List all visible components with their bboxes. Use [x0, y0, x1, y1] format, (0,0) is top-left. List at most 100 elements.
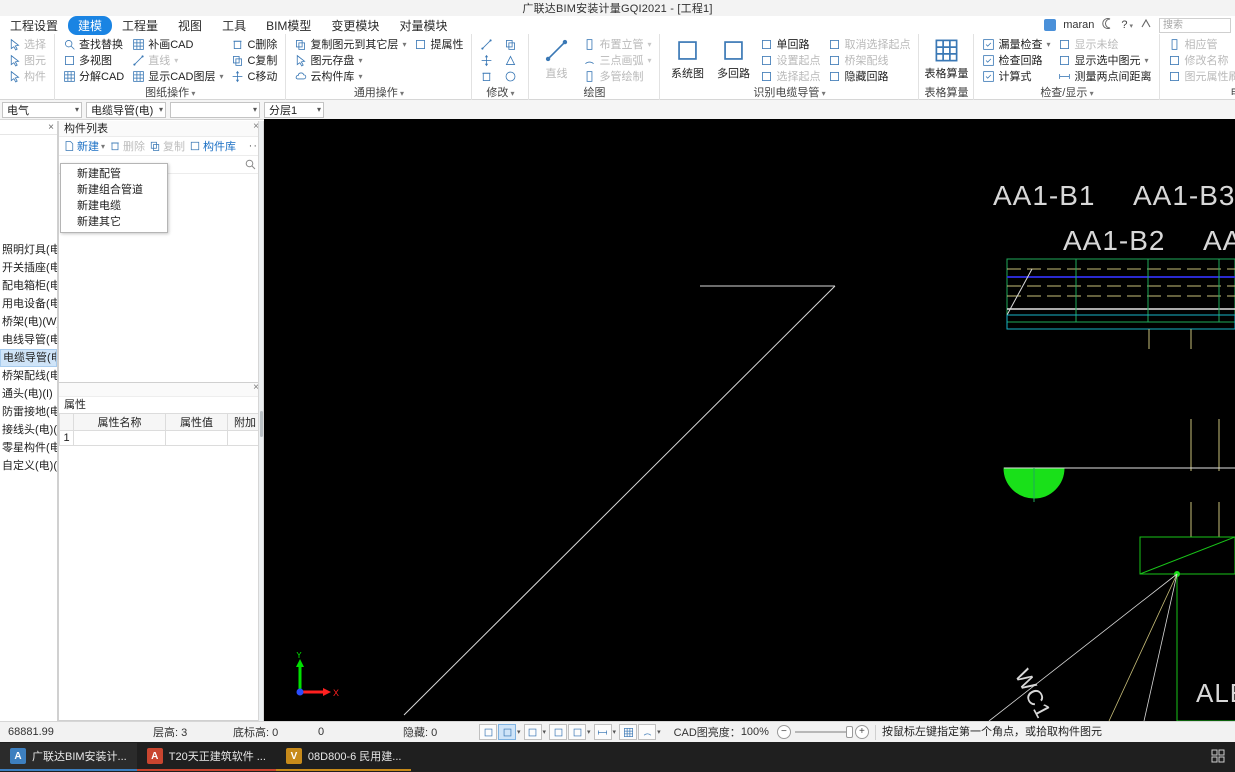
combo-discipline[interactable]: 电气 ▾ — [2, 101, 82, 118]
component-toolbar-new-icon[interactable]: 新建 ▾ — [63, 138, 105, 154]
property-cell-value[interactable] — [165, 430, 228, 446]
moon-icon[interactable] — [1101, 17, 1114, 33]
plus-circle-icon[interactable]: + — [854, 725, 869, 739]
ribbon-item-delete-icon[interactable]: C删除 — [228, 36, 280, 52]
tree-item-3[interactable]: 用电设备(电)(S) — [0, 295, 57, 313]
tree-item-5[interactable]: 电线导管(电)(X) — [0, 331, 57, 349]
ribbon-tab-2[interactable]: 工程量 — [112, 16, 168, 35]
chevron-down-icon[interactable]: ▾ — [189, 89, 195, 98]
chevron-down-icon[interactable]: ▾ — [358, 72, 362, 81]
chevron-down-icon[interactable]: ▾ — [313, 105, 321, 114]
chevron-down-icon[interactable]: ▾ — [613, 728, 617, 736]
chevron-down-icon[interactable]: ▾ — [657, 728, 661, 736]
combo-component-name[interactable]: ▾ — [170, 101, 260, 118]
tree-item-8[interactable]: 通头(电)(I) — [0, 385, 57, 403]
chevron-down-icon[interactable]: ▾ — [587, 728, 591, 736]
slider-knob[interactable] — [845, 726, 853, 738]
chevron-down-icon[interactable]: ▾ — [71, 105, 79, 114]
toolbar-overflow-button[interactable]: ·· — [249, 140, 258, 152]
search-input[interactable]: 搜索 — [1159, 17, 1231, 33]
ribbon-item-extract-property-icon[interactable]: 提属性 — [411, 36, 466, 52]
ribbon-item-draw-cad-icon[interactable]: 补画CAD — [129, 36, 226, 52]
ribbon-item-formula-icon[interactable]: 计算式 — [979, 68, 1053, 84]
tree-item-1[interactable]: 开关插座(电)(K) — [0, 259, 57, 277]
chevron-down-icon[interactable]: ▾ — [249, 105, 257, 114]
ribbon-item-move-arrows-icon[interactable] — [477, 52, 499, 68]
account-user[interactable]: maran — [1063, 19, 1094, 31]
chevron-down-icon[interactable]: ▾ — [647, 40, 651, 49]
ribbon-big-button-table-calc-icon[interactable]: 表格算量 — [924, 36, 968, 81]
chevron-down-icon[interactable]: ▾ — [101, 142, 105, 151]
chevron-down-icon[interactable]: ▾ — [508, 89, 515, 98]
close-icon[interactable]: × — [48, 122, 54, 133]
combo-layer[interactable]: 分层1 ▾ — [264, 101, 324, 118]
ribbon-item-cloud-library-icon[interactable]: 云构件库 ▾ — [291, 68, 409, 84]
cad-drawing-canvas[interactable]: AA1-B1AA1-B3AA1-B2AAWC1ALE — [264, 119, 1235, 721]
tree-item-0[interactable]: 照明灯具(电)(D) — [0, 241, 57, 259]
tree-item-7[interactable]: 桥架配线(电)(Z) — [0, 367, 57, 385]
menu-item-1[interactable]: 新建组合管道 — [61, 182, 167, 198]
status-button-dimension[interactable] — [593, 724, 612, 740]
ribbon-tab-7[interactable]: 对量模块 — [389, 16, 457, 35]
ribbon-item-copy-icon[interactable]: C复制 — [228, 52, 280, 68]
status-button-layer-display[interactable] — [619, 724, 638, 740]
ribbon-item-explode-cad-icon[interactable]: 分解CAD — [60, 68, 127, 84]
chevron-down-icon[interactable]: ▾ — [1087, 89, 1094, 98]
status-button-intersection-snap[interactable] — [549, 724, 568, 740]
taskbar-app-1[interactable]: A T20天正建筑软件 ... — [136, 743, 276, 771]
status-button-three-d-view[interactable] — [523, 724, 542, 740]
apps-grid-icon[interactable] — [1211, 749, 1225, 766]
ribbon-item-leak-check-icon[interactable]: 漏量检查 ▾ — [979, 36, 1053, 52]
chevron-down-icon[interactable]: ▾ — [398, 89, 404, 98]
chevron-down-icon[interactable]: ▾ — [402, 40, 406, 49]
menu-item-3[interactable]: 新建其它 — [61, 214, 167, 230]
combo-component-type[interactable]: 电缆导管(电) ▾ — [86, 101, 166, 118]
taskbar-app-0[interactable]: A 广联达BIM安装计... — [0, 743, 137, 771]
ribbon-tab-5[interactable]: BIM模型 — [256, 16, 321, 35]
chevron-down-icon[interactable]: ▾ — [174, 56, 178, 65]
status-button-plan-view[interactable] — [498, 724, 516, 740]
menu-item-2[interactable]: 新建电缆 — [61, 198, 167, 214]
component-toolbar-library-icon[interactable]: 构件库 — [189, 138, 236, 154]
tree-item-11[interactable]: 零星构件(电)(A) — [0, 439, 57, 457]
tree-item-10[interactable]: 接线头(电)(R) — [0, 421, 57, 439]
chevron-down-icon[interactable]: ▾ — [155, 105, 163, 114]
ribbon-tab-3[interactable]: 视图 — [168, 16, 212, 35]
ribbon-tab-6[interactable]: 变更模块 — [321, 16, 389, 35]
ribbon-item-offset-icon[interactable] — [477, 36, 499, 52]
tree-item-4[interactable]: 桥架(电)(W) — [0, 313, 57, 331]
ribbon-item-measure-icon[interactable]: 测量两点间距离 — [1055, 68, 1154, 84]
ribbon-item-mirror-copy-icon[interactable] — [501, 36, 523, 52]
ribbon-big-button-system-diagram-icon[interactable]: 系统图 — [665, 36, 709, 81]
ribbon-item-show-selected-icon[interactable]: 显示选中图元 ▾ — [1055, 52, 1154, 68]
upgrade-icon[interactable] — [1140, 18, 1152, 33]
tree-item-2[interactable]: 配电箱柜(电)(P) — [0, 277, 57, 295]
property-cell-name[interactable] — [73, 430, 166, 446]
property-row[interactable]: 1 — [59, 430, 263, 446]
splitter-grip[interactable] — [260, 411, 263, 437]
ribbon-item-check-circuit-icon[interactable]: 检查回路 — [979, 52, 1053, 68]
ribbon-item-circle-icon[interactable] — [501, 68, 523, 84]
chevron-down-icon[interactable]: ▾ — [647, 56, 651, 65]
ribbon-item-save-element-icon[interactable]: 图元存盘 ▾ — [291, 52, 409, 68]
chevron-down-icon[interactable]: ▾ — [819, 89, 826, 98]
chevron-down-icon[interactable]: ▾ — [358, 56, 362, 65]
chevron-down-icon[interactable]: ▾ — [1144, 56, 1148, 65]
ribbon-tab-1[interactable]: 建模 — [68, 15, 113, 35]
tree-item-12[interactable]: 自定义(电)(N) — [0, 457, 57, 475]
status-button-angle-snap[interactable] — [568, 724, 587, 740]
ribbon-big-button-multi-circuit-icon[interactable]: 多回路 — [711, 36, 755, 81]
minus-circle-icon[interactable]: − — [776, 725, 791, 739]
ribbon-tab-0[interactable]: 工程设置 — [0, 16, 68, 35]
ribbon-item-trash-icon[interactable] — [477, 68, 499, 84]
ribbon-tab-4[interactable]: 工具 — [212, 16, 256, 35]
ribbon-item-find-replace-icon[interactable]: 查找替换 — [60, 36, 127, 52]
ribbon-item-single-circuit-icon[interactable]: 单回路 — [757, 36, 823, 52]
chevron-down-icon[interactable]: ▾ — [517, 728, 521, 736]
taskbar-app-2[interactable]: V 08D800-6 民用建... — [275, 743, 412, 771]
help-icon[interactable]: ? ▾ — [1121, 19, 1133, 31]
chevron-down-icon[interactable]: ▾ — [543, 728, 547, 736]
menu-item-0[interactable]: 新建配管 — [61, 166, 167, 182]
tree-item-9[interactable]: 防雷接地(电)(J) — [0, 403, 57, 421]
status-button-ortho-mode[interactable] — [479, 724, 497, 740]
